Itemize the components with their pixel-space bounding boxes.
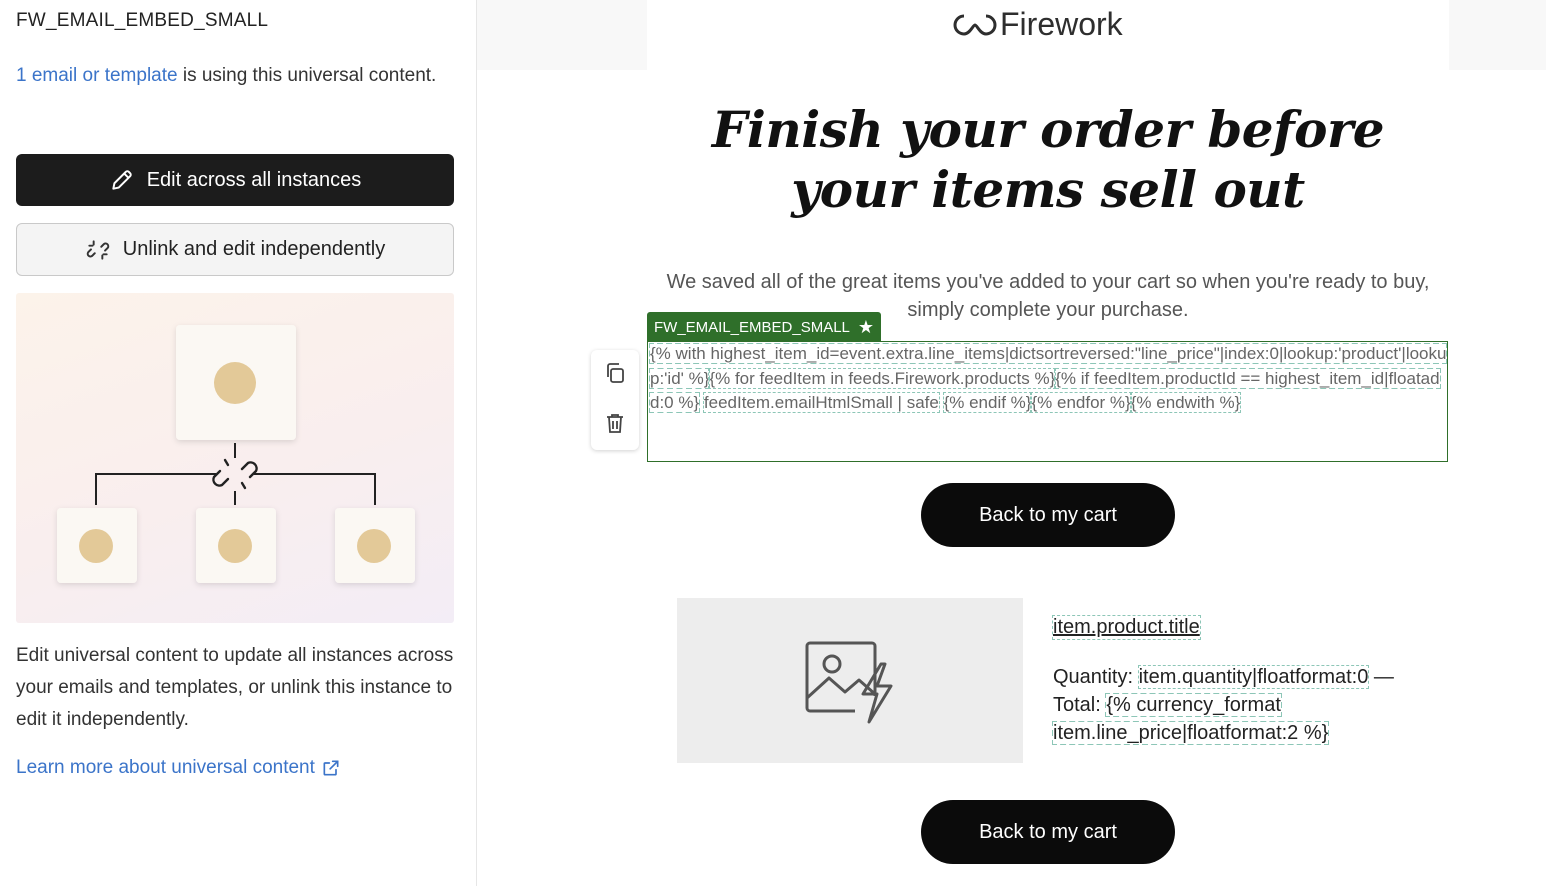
edit-all-label: Edit across all instances bbox=[146, 168, 362, 191]
back-to-cart-button[interactable]: Back to my cart bbox=[921, 483, 1175, 547]
block-name-heading: FW_EMAIL_EMBED_SMALL bbox=[16, 10, 269, 31]
external-link-icon bbox=[321, 758, 341, 778]
unlink-icon bbox=[85, 237, 111, 263]
quantity-label: Quantity: bbox=[1053, 666, 1139, 688]
universal-content-sidebar: FW_EMAIL_EMBED_SMALL 1 email or template… bbox=[0, 0, 477, 886]
learn-more-link[interactable]: Learn more about universal content bbox=[16, 752, 341, 784]
quantity-value: item.quantity|floatformat:0 bbox=[1137, 665, 1370, 689]
sidebar-description: Edit universal content to update all ins… bbox=[16, 645, 454, 730]
product-image-placeholder[interactable] bbox=[677, 598, 1023, 763]
usage-text: 1 email or template is using this univer… bbox=[16, 60, 456, 92]
logo-text: Firework bbox=[1000, 6, 1123, 42]
email-headline[interactable]: Finish your order before your items sell… bbox=[660, 100, 1436, 220]
block-toolbar bbox=[591, 350, 639, 450]
edit-all-instances-button[interactable]: Edit across all instances bbox=[16, 154, 454, 206]
brand-logo: Firework bbox=[952, 6, 1123, 43]
code-line: {% endfor %} bbox=[1030, 392, 1132, 413]
pencil-icon bbox=[109, 167, 135, 193]
learn-more-label: Learn more about universal content bbox=[16, 757, 315, 778]
unlink-edit-button[interactable]: Unlink and edit independently bbox=[16, 223, 454, 276]
back-to-cart-button-bottom[interactable]: Back to my cart bbox=[921, 800, 1175, 864]
universal-block-tag[interactable]: FW_EMAIL_EMBED_SMALL ★ bbox=[647, 312, 882, 342]
usage-link[interactable]: 1 email or template bbox=[16, 65, 178, 86]
image-placeholder-icon bbox=[805, 641, 893, 723]
product-info[interactable]: Quantity: item.quantity|floatformat:0 — … bbox=[1051, 663, 1433, 747]
code-line: {% endif %} bbox=[942, 392, 1033, 413]
star-icon: ★ bbox=[857, 316, 875, 337]
block-tag-label: FW_EMAIL_EMBED_SMALL bbox=[654, 318, 850, 336]
code-line: {% endwith %} bbox=[1129, 392, 1242, 413]
unlink-label: Unlink and edit independently bbox=[122, 238, 386, 260]
code-line: feedItem.emailHtmlSmall | safe bbox=[702, 392, 940, 413]
duplicate-icon[interactable] bbox=[603, 361, 627, 385]
product-title[interactable]: item.product.title bbox=[1052, 615, 1201, 640]
code-line: {% for feedItem in feeds.Firework.produc… bbox=[708, 367, 1057, 389]
universal-content-block[interactable]: {% with highest_item_id=event.extra.line… bbox=[647, 341, 1448, 462]
infinity-logo-icon bbox=[953, 14, 997, 36]
usage-rest: is using this universal content. bbox=[177, 65, 437, 86]
unlink-illustration bbox=[16, 293, 454, 623]
trash-icon[interactable] bbox=[603, 411, 627, 435]
